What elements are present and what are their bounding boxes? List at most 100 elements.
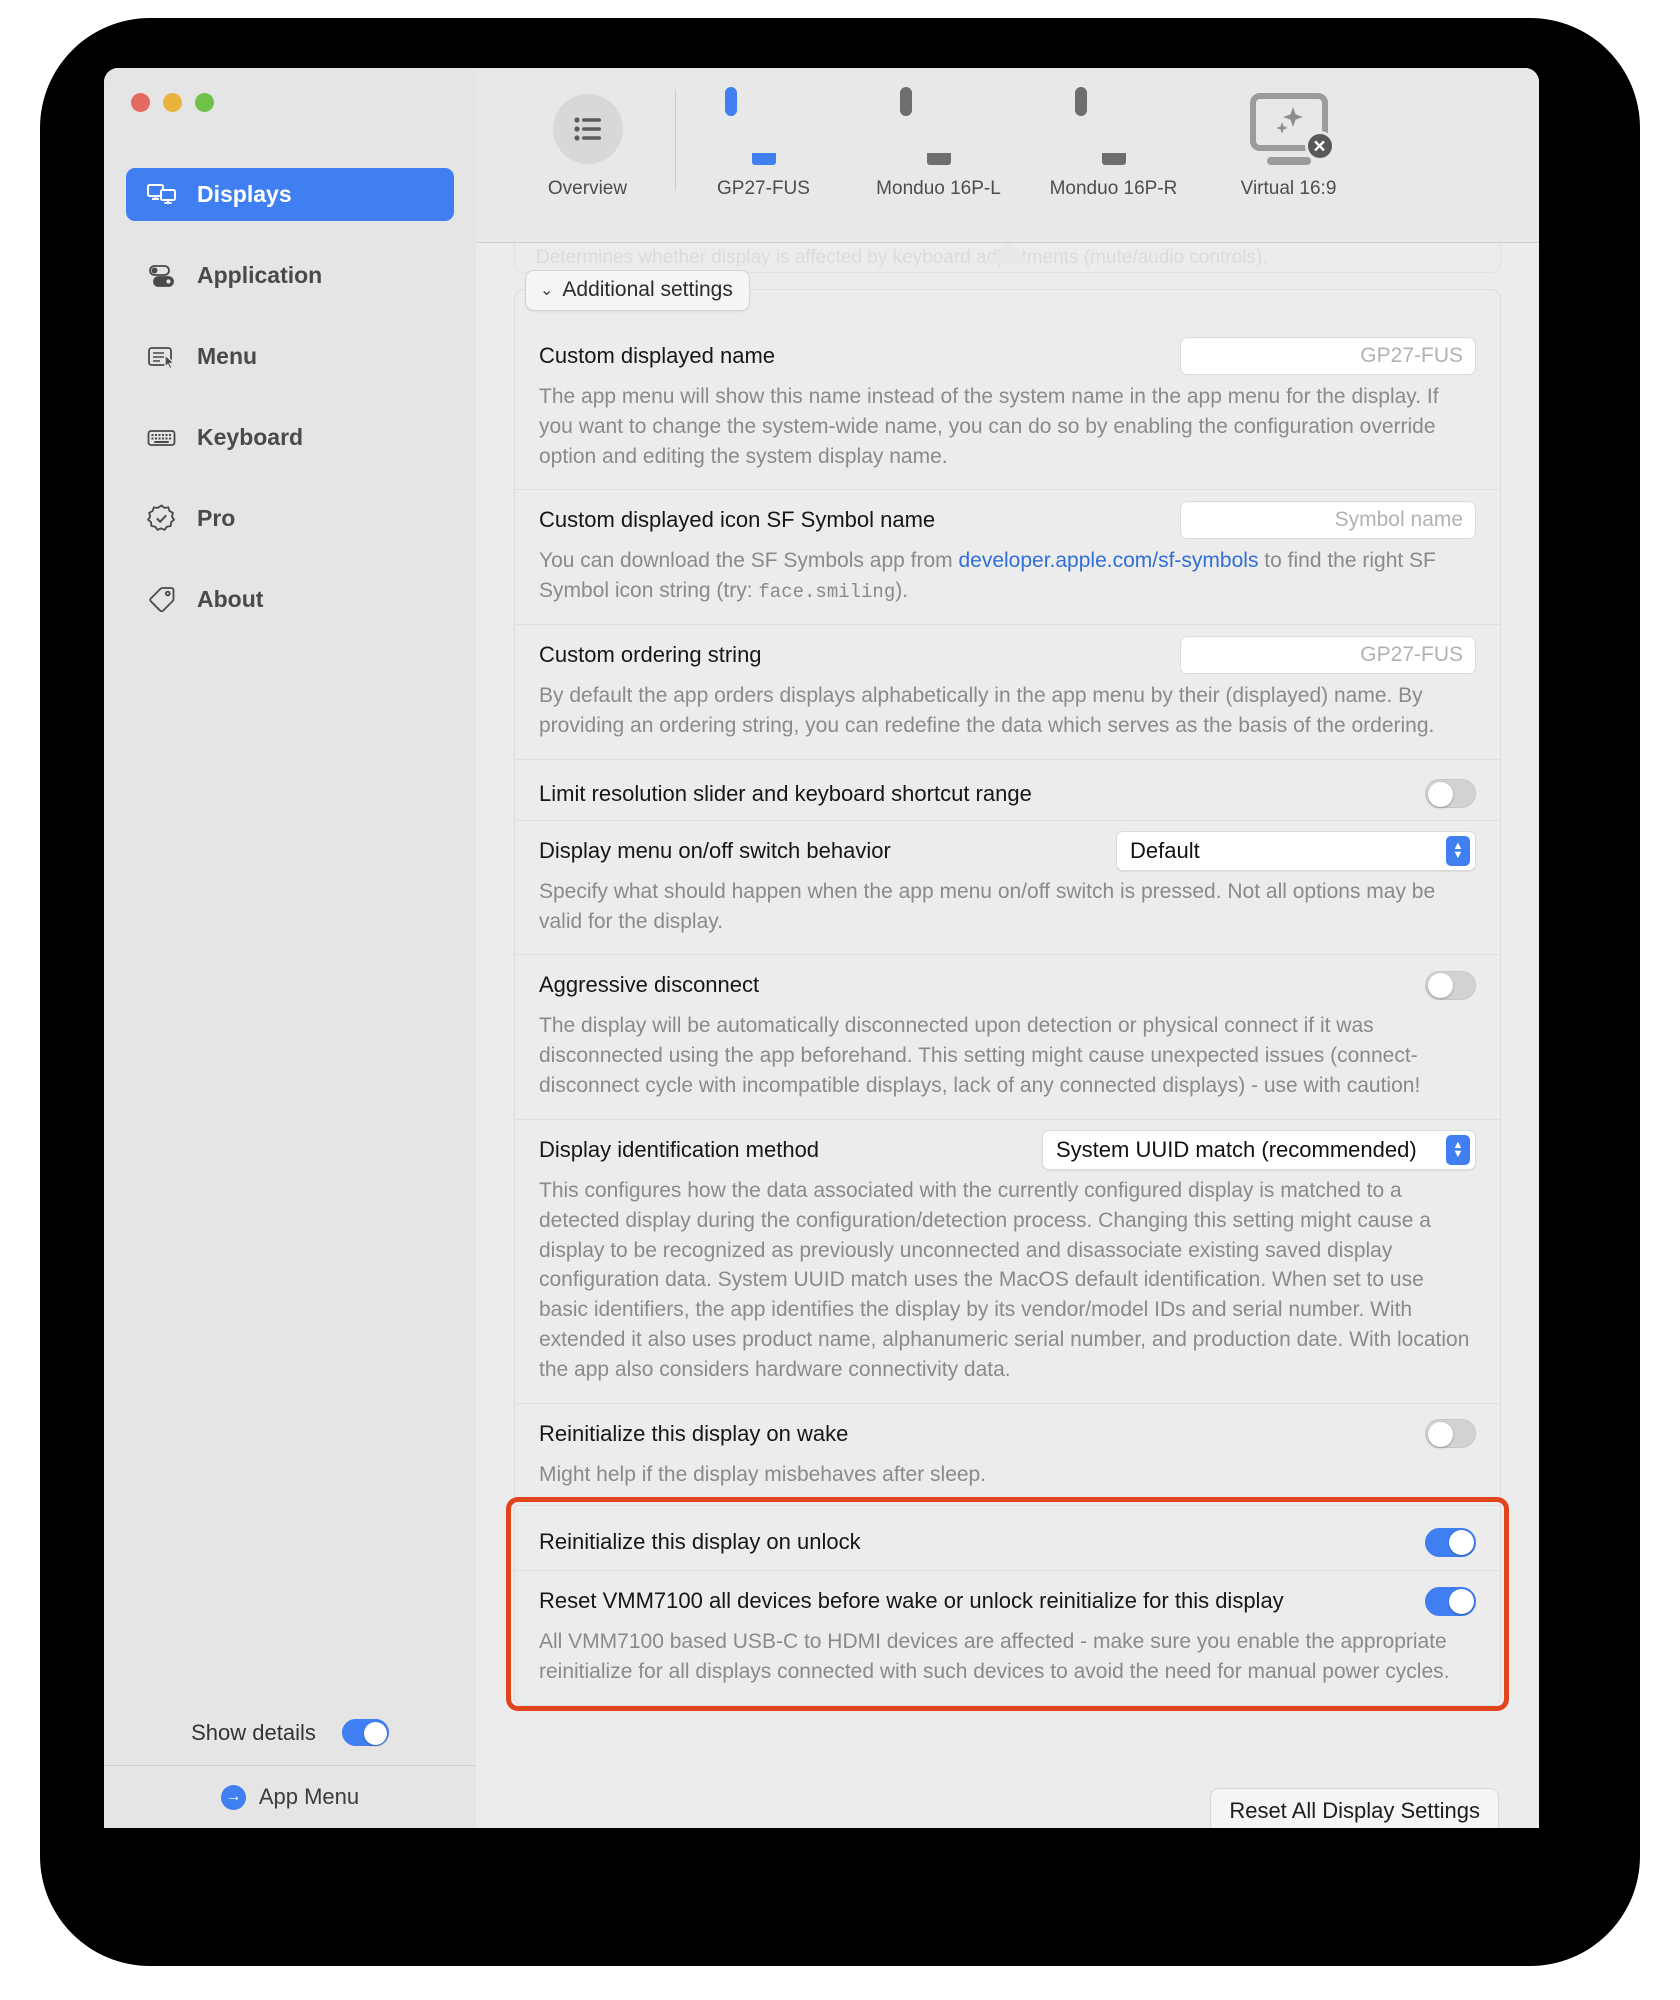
- sidebar-item-menu[interactable]: Menu: [126, 330, 454, 383]
- app-menu-label: App Menu: [258, 1784, 360, 1809]
- setting-row-reinitialize-on-wake: Reinitialize this display on wake Might …: [515, 1402, 1500, 1506]
- minimize-button[interactable]: [163, 93, 182, 112]
- reset-all-display-settings-button[interactable]: Reset All Display Settings: [1210, 1788, 1499, 1828]
- sidebar-item-pro[interactable]: Pro: [126, 492, 454, 545]
- select-value: Default: [1130, 837, 1200, 863]
- desc-part-1: You can download the SF Symbols app from: [539, 549, 959, 573]
- list-bullet-icon: [552, 90, 623, 168]
- custom-displayed-name-input[interactable]: GP27-FUS: [1180, 337, 1476, 375]
- sidebar-item-application[interactable]: Application: [126, 249, 454, 302]
- row-label: Limit resolution slider and keyboard sho…: [539, 780, 1032, 806]
- menu-cursor-icon: [146, 341, 177, 372]
- sidebar-item-label: About: [197, 586, 264, 612]
- sidebar-nav: Displays Application Menu Keyboard Pro A…: [104, 168, 476, 654]
- sf-symbol-name-input[interactable]: Symbol name: [1180, 501, 1476, 540]
- reinitialize-on-wake-toggle[interactable]: [1425, 1419, 1476, 1449]
- chevron-updown-icon: ▲ ▼: [1446, 835, 1470, 866]
- additional-settings-panel: ⌄ Additional settings Custom displayed n…: [514, 270, 1501, 1707]
- chevron-updown-icon: ▲ ▼: [1446, 1134, 1470, 1165]
- toolbar-item-virtual-16-9[interactable]: × Virtual 16:9: [1201, 68, 1376, 200]
- app-window: Displays Application Menu Keyboard Pro A…: [104, 68, 1539, 1828]
- desc-mono-value: face.smiling: [758, 581, 896, 604]
- sf-symbols-link[interactable]: developer.apple.com/sf-symbols: [958, 549, 1258, 572]
- row-description: Specify what should happen when the app …: [539, 879, 1436, 933]
- toolbar-item-monduo-16p-r[interactable]: Monduo 16P-R: [1026, 68, 1201, 200]
- row-label: Reinitialize this display on unlock: [539, 1529, 861, 1555]
- sidebar-item-label: Displays: [197, 181, 292, 207]
- row-description: The display will be automatically discon…: [539, 1014, 1421, 1098]
- chevron-down-icon: ⌄: [540, 282, 554, 299]
- setting-row-aggressive-disconnect: Aggressive disconnect The display will b…: [515, 954, 1500, 1118]
- row-description: You can download the SF Symbols app from…: [539, 542, 1476, 624]
- row-description: The app menu will show this name instead…: [539, 385, 1439, 468]
- setting-row-display-menu-switch-behavior: Display menu on/off switch behavior Defa…: [515, 819, 1500, 955]
- display-identification-method-select[interactable]: System UUID match (recommended) ▲ ▼: [1042, 1129, 1476, 1170]
- show-details-toggle[interactable]: [341, 1719, 389, 1746]
- main-area: Overview GP27-FUS Monduo 16P-L Monduo 16…: [476, 68, 1539, 1828]
- toolbar-item-label: Monduo 16P-R: [1049, 178, 1178, 199]
- row-label: Custom displayed name: [539, 343, 776, 368]
- monitor-icon: [724, 87, 803, 168]
- additional-settings-label: Additional settings: [562, 278, 733, 301]
- row-label: Display menu on/off switch behavior: [539, 837, 891, 863]
- traffic-lights: [104, 68, 476, 130]
- custom-ordering-string-input[interactable]: GP27-FUS: [1180, 636, 1476, 675]
- aggressive-disconnect-toggle[interactable]: [1425, 970, 1476, 1000]
- settings-rows: Custom displayed name GP27-FUS The app m…: [515, 290, 1500, 1705]
- additional-settings-header[interactable]: ⌄ Additional settings: [525, 270, 750, 311]
- toolbar-item-gp27-fus[interactable]: GP27-FUS: [676, 68, 851, 200]
- desc-part-3: ).: [895, 579, 909, 603]
- row-label: Reset VMM7100 all devices before wake or…: [539, 1588, 1284, 1614]
- row-description: Might help if the display misbehaves aft…: [539, 1462, 987, 1486]
- toolbar-pointer-triangle: [985, 243, 1030, 264]
- toolbar-item-overview[interactable]: Overview: [500, 68, 675, 200]
- monitor-sparkles-icon: ×: [1249, 90, 1335, 168]
- row-label: Custom ordering string: [539, 642, 762, 668]
- toolbar-item-label: Virtual 16:9: [1240, 178, 1337, 199]
- toolbar-item-label: Monduo 16P-L: [876, 178, 1001, 199]
- sidebar-item-displays[interactable]: Displays: [126, 168, 454, 221]
- settings-scroll-area[interactable]: Determines whether display is affected b…: [476, 243, 1539, 1828]
- limit-resolution-slider-toggle[interactable]: [1425, 779, 1476, 809]
- select-value: System UUID match (recommended): [1056, 1136, 1417, 1162]
- display-toolbar: Overview GP27-FUS Monduo 16P-L Monduo 16…: [476, 68, 1539, 243]
- row-label: Custom displayed icon SF Symbol name: [539, 507, 936, 533]
- remove-display-badge-icon[interactable]: ×: [1304, 131, 1335, 161]
- close-button[interactable]: [131, 93, 150, 112]
- screenshot-root: Displays Application Menu Keyboard Pro A…: [0, 0, 1680, 2000]
- app-menu-button[interactable]: → App Menu: [104, 1766, 476, 1828]
- sidebar-item-about[interactable]: About: [126, 573, 454, 626]
- show-details-label: Show details: [191, 1719, 316, 1745]
- row-label: Display identification method: [539, 1136, 820, 1162]
- row-label: Aggressive disconnect: [539, 972, 760, 998]
- setting-row-display-identification-method: Display identification method System UUI…: [515, 1118, 1500, 1403]
- row-description: This configures how the data associated …: [539, 1178, 1470, 1381]
- displays-icon: [146, 179, 177, 210]
- keyboard-icon: [146, 422, 177, 453]
- sidebar-item-label: Menu: [197, 343, 258, 369]
- reset-vmm7100-toggle[interactable]: [1425, 1586, 1476, 1616]
- sidebar-item-label: Pro: [197, 505, 236, 531]
- toolbar-item-label: Overview: [547, 178, 628, 199]
- sidebar-item-keyboard[interactable]: Keyboard: [126, 411, 454, 464]
- arrow-right-icon: →: [220, 1784, 246, 1810]
- display-menu-switch-behavior-select[interactable]: Default ▲ ▼: [1116, 830, 1476, 871]
- row-description: All VMM7100 based USB-C to HDMI devices …: [539, 1630, 1450, 1684]
- monitor-icon: [1074, 87, 1153, 168]
- toggles-icon: [146, 260, 177, 291]
- sidebar-item-label: Application: [197, 262, 323, 288]
- setting-row-custom-ordering-string: Custom ordering string GP27-FUS By defau…: [515, 624, 1500, 759]
- setting-row-reset-vmm7100: Reset VMM7100 all devices before wake or…: [515, 1570, 1500, 1705]
- monitor-icon: [899, 87, 978, 168]
- show-details-row: Show details: [104, 1700, 476, 1766]
- setting-row-reinitialize-on-unlock: Reinitialize this display on unlock: [515, 1505, 1500, 1570]
- sidebar: Displays Application Menu Keyboard Pro A…: [104, 68, 476, 1828]
- row-description: By default the app orders displays alpha…: [539, 684, 1435, 738]
- toolbar-item-monduo-16p-l[interactable]: Monduo 16P-L: [851, 68, 1026, 200]
- zoom-button[interactable]: [195, 93, 214, 112]
- seal-check-icon: [146, 503, 177, 534]
- tag-icon: [146, 584, 177, 615]
- reinitialize-on-unlock-toggle[interactable]: [1425, 1527, 1476, 1557]
- setting-row-sf-symbol-name: Custom displayed icon SF Symbol name Sym…: [515, 489, 1500, 624]
